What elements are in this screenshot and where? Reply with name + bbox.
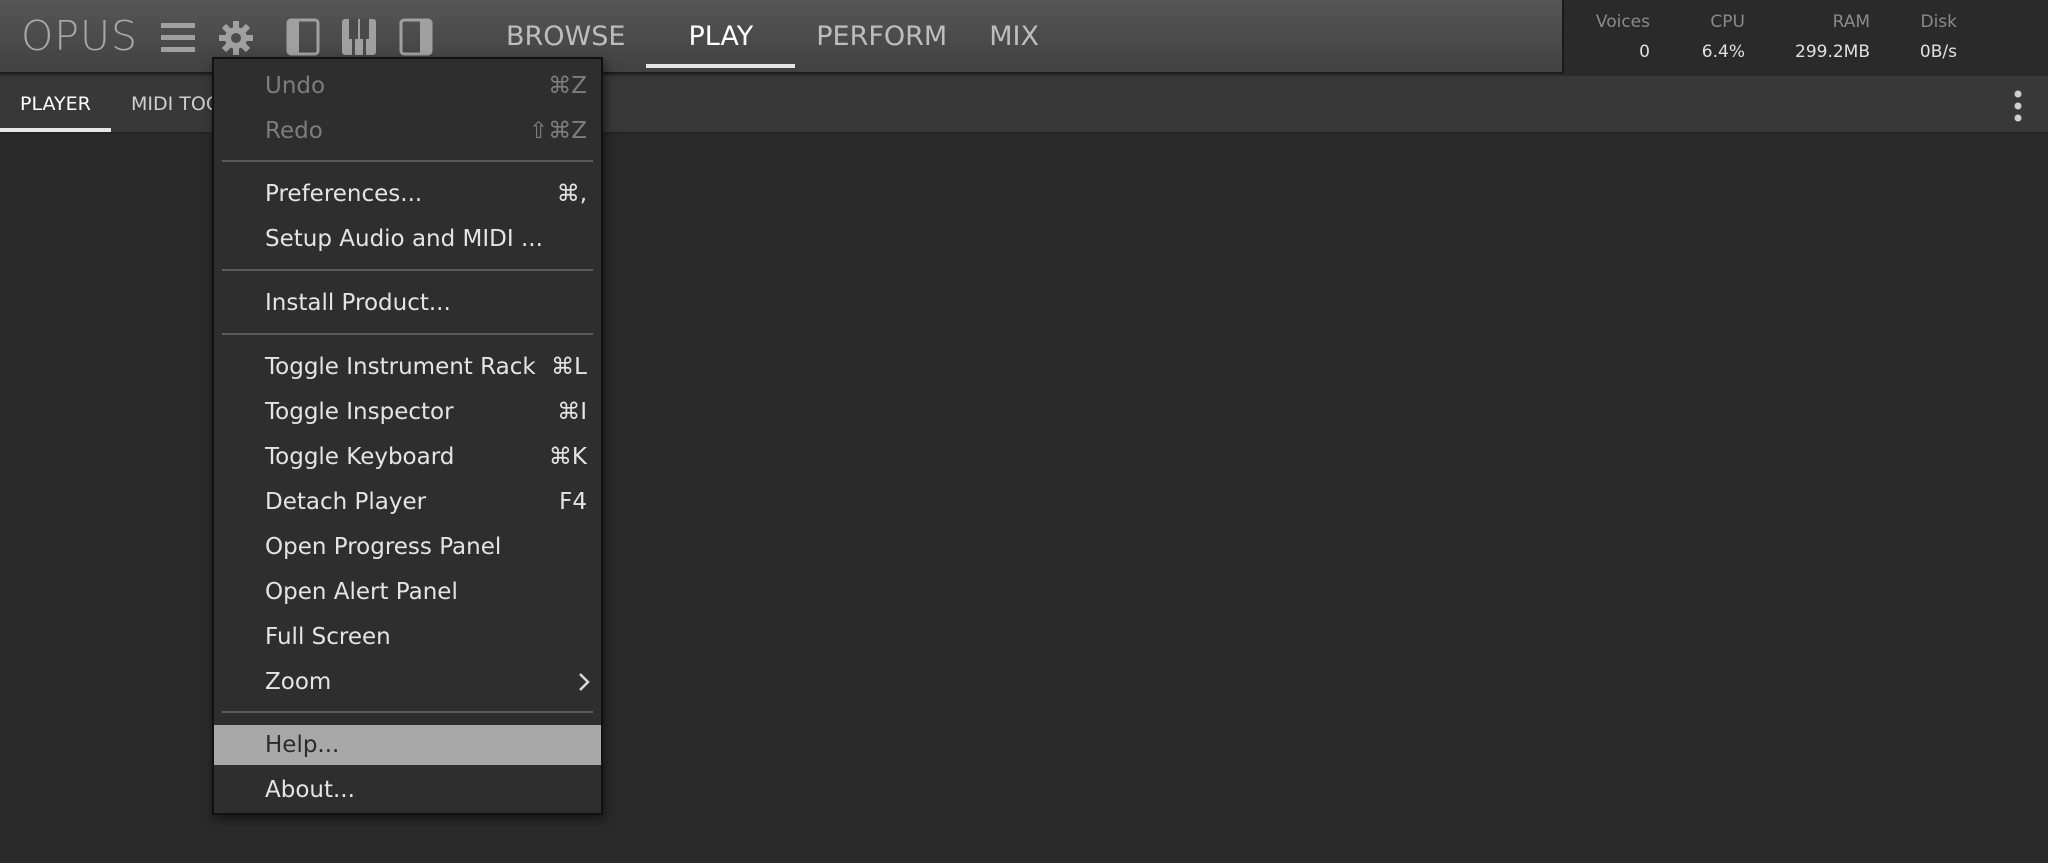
menu-item-shortcut: F4 [559, 489, 587, 515]
menu-item-label: Redo [265, 118, 323, 144]
menu-item-zoom[interactable]: Zoom [214, 662, 601, 702]
menu-item-shortcut: ⌘, [556, 181, 587, 207]
menu-item-undo[interactable]: Undo ⌘Z [214, 66, 601, 106]
menu-item-shortcut: ⇧⌘Z [528, 118, 587, 144]
menu-item-label: Install Product... [265, 290, 451, 316]
menu-item-shortcut: ⌘K [548, 444, 587, 470]
menu-separator [222, 160, 593, 162]
tab-mix[interactable]: MIX [968, 0, 1060, 72]
app-logo: OPUS [21, 12, 139, 60]
menu-item-label: Full Screen [265, 624, 391, 650]
menu-item-help[interactable]: Help... [214, 725, 601, 765]
stat-voices-label: Voices [1595, 12, 1650, 32]
menu-item-toggle-inspector[interactable]: Toggle Inspector ⌘I [214, 392, 601, 432]
menu-item-toggle-keyboard[interactable]: Toggle Keyboard ⌘K [214, 437, 601, 477]
menu-item-open-alert-panel[interactable]: Open Alert Panel [214, 572, 601, 612]
tab-play[interactable]: PLAY [646, 0, 796, 72]
menu-item-label: Open Alert Panel [265, 579, 458, 605]
menu-item-label: About... [265, 777, 355, 803]
panel-left-icon[interactable] [286, 18, 320, 56]
tab-perform[interactable]: PERFORM [795, 0, 968, 72]
stat-cpu: CPU 6.4% [1690, 12, 1745, 62]
menu-item-label: Detach Player [265, 489, 427, 515]
menu-item-label: Undo [265, 73, 326, 99]
menu-separator [222, 333, 593, 335]
menu-item-label: Toggle Instrument Rack [265, 354, 536, 380]
subtab-player[interactable]: PLAYER [0, 76, 111, 132]
chevron-right-icon [577, 672, 591, 698]
stat-cpu-label: CPU [1710, 12, 1745, 32]
menu-item-full-screen[interactable]: Full Screen [214, 617, 601, 657]
stat-voices: Voices 0 [1595, 12, 1650, 62]
menu-item-detach-player[interactable]: Detach Player F4 [214, 482, 601, 522]
stat-voices-value: 0 [1639, 42, 1650, 62]
menu-item-shortcut: ⌘I [557, 399, 587, 425]
menu-item-label: Toggle Keyboard [265, 444, 455, 470]
stat-disk-label: Disk [1920, 12, 1957, 32]
menu-item-label: Preferences... [265, 181, 423, 207]
menu-item-shortcut: ⌘Z [548, 73, 587, 99]
stat-disk: Disk 0B/s [1905, 12, 1957, 62]
panel-right-icon[interactable] [399, 18, 433, 56]
menu-item-open-progress-panel[interactable]: Open Progress Panel [214, 527, 601, 567]
kebab-icon[interactable] [2012, 90, 2024, 122]
settings-menu: Undo ⌘Z Redo ⇧⌘Z Preferences... ⌘, Setup… [212, 57, 603, 815]
stat-cpu-value: 6.4% [1701, 42, 1745, 62]
stat-ram-label: RAM [1832, 12, 1870, 32]
menu-item-preferences[interactable]: Preferences... ⌘, [214, 174, 601, 214]
stat-disk-value: 0B/s [1919, 42, 1957, 62]
stat-ram: RAM 299.2MB [1775, 12, 1870, 62]
subtab-midi-tools[interactable]: MIDI TOO [131, 76, 221, 132]
hamburger-icon[interactable] [160, 20, 196, 56]
menu-item-label: Zoom [265, 669, 332, 695]
menu-item-label: Help... [265, 732, 340, 758]
keyboard-icon[interactable] [341, 18, 377, 56]
menu-item-install-product[interactable]: Install Product... [214, 283, 601, 323]
menu-item-shortcut: ⌘L [551, 354, 587, 380]
stat-ram-value: 299.2MB [1795, 42, 1870, 62]
menu-separator [222, 269, 593, 271]
menu-item-label: Open Progress Panel [265, 534, 502, 560]
menu-separator [222, 711, 593, 713]
menu-item-label: Setup Audio and MIDI ... [265, 226, 543, 252]
menu-item-label: Toggle Inspector [265, 399, 454, 425]
menu-item-setup-audio-midi[interactable]: Setup Audio and MIDI ... [214, 219, 601, 259]
menu-item-about[interactable]: About... [214, 770, 601, 810]
menu-item-redo[interactable]: Redo ⇧⌘Z [214, 111, 601, 151]
menu-item-toggle-instrument-rack[interactable]: Toggle Instrument Rack ⌘L [214, 347, 601, 387]
gear-icon[interactable] [218, 20, 254, 56]
